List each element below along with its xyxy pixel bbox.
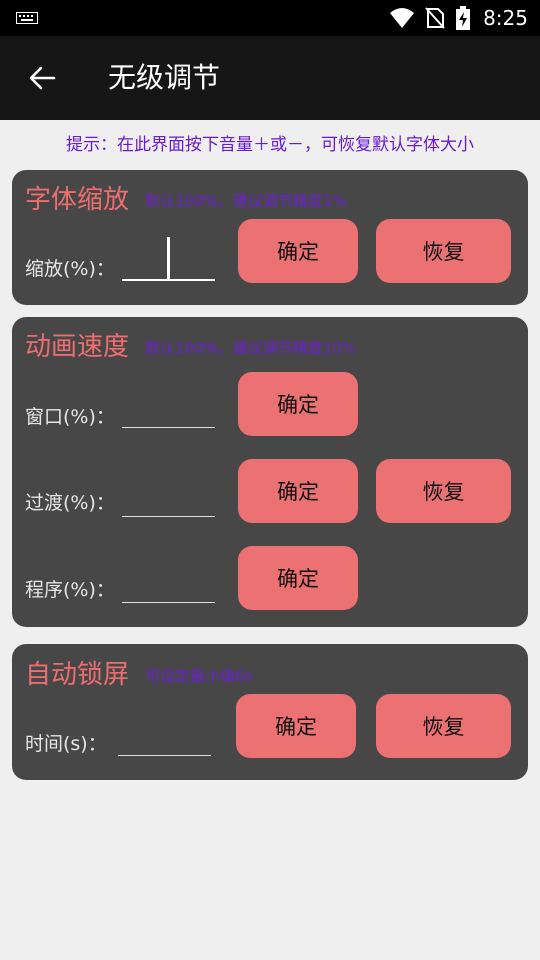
transition-confirm-button[interactable]: 确定 bbox=[238, 459, 358, 523]
font-scale-title: 字体缩放 bbox=[25, 185, 130, 215]
keyboard-icon bbox=[16, 12, 38, 24]
status-bar: 8:25 bbox=[0, 0, 540, 36]
window-label: 窗口(%)： bbox=[25, 406, 115, 428]
font-scale-confirm-button[interactable]: 确定 bbox=[238, 219, 358, 283]
font-scale-restore-button[interactable]: 恢复 bbox=[376, 219, 511, 283]
transition-input[interactable] bbox=[122, 487, 215, 517]
time-input[interactable] bbox=[118, 726, 211, 756]
font-scale-hint: 默认100%，建议调节精度1% bbox=[145, 192, 347, 210]
transition-label: 过渡(%)： bbox=[25, 492, 115, 514]
animation-restore-button[interactable]: 恢复 bbox=[376, 459, 511, 523]
back-arrow-icon[interactable] bbox=[26, 62, 58, 94]
program-confirm-button[interactable]: 确定 bbox=[238, 546, 358, 610]
program-label: 程序(%)： bbox=[25, 579, 115, 601]
program-input[interactable] bbox=[122, 573, 215, 603]
hint-text: 提示：在此界面按下音量＋或－，可恢复默认字体大小 bbox=[66, 135, 474, 155]
wifi-icon bbox=[390, 8, 415, 28]
text-cursor bbox=[167, 237, 170, 281]
animation-speed-title: 动画速度 bbox=[25, 332, 130, 362]
clock: 8:25 bbox=[483, 6, 528, 30]
auto-lock-card: 自动锁屏 可设定最小值6s 时间(s)： 确定 恢复 bbox=[12, 644, 528, 780]
auto-lock-confirm-button[interactable]: 确定 bbox=[236, 694, 356, 758]
auto-lock-title: 自动锁屏 bbox=[25, 660, 130, 690]
font-scale-card: 字体缩放 默认100%，建议调节精度1% 缩放(%)： 确定 恢复 bbox=[12, 170, 528, 305]
auto-lock-hint: 可设定最小值6s bbox=[145, 667, 253, 685]
no-sim-icon bbox=[425, 7, 445, 29]
app-bar: 无级调节 bbox=[0, 36, 540, 120]
scale-label: 缩放(%)： bbox=[25, 258, 115, 280]
scale-input[interactable] bbox=[122, 237, 215, 281]
auto-lock-restore-button[interactable]: 恢复 bbox=[376, 694, 511, 758]
window-confirm-button[interactable]: 确定 bbox=[238, 372, 358, 436]
time-label: 时间(s)： bbox=[25, 733, 107, 755]
window-input[interactable] bbox=[122, 398, 215, 428]
animation-speed-card: 动画速度 默认100%，建议调节精度10% 窗口(%)： 确定 过渡(%)： 确… bbox=[12, 317, 528, 627]
page-title: 无级调节 bbox=[108, 61, 221, 94]
battery-charging-icon bbox=[456, 6, 471, 30]
animation-speed-hint: 默认100%，建议调节精度10% bbox=[145, 339, 357, 357]
